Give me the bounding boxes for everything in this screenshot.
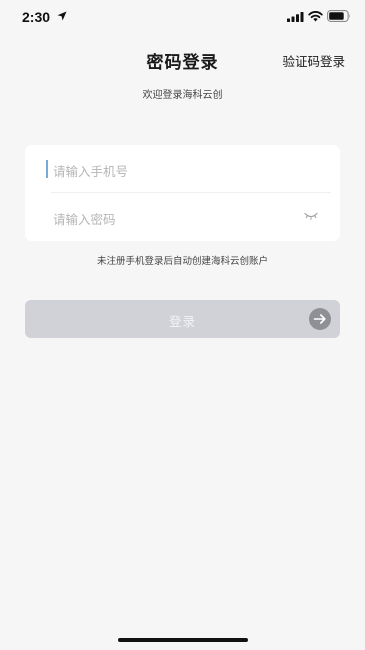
location-arrow-icon [57,11,67,21]
arrow-right-icon [309,308,331,330]
text-cursor [46,160,48,178]
eye-closed-icon[interactable] [304,212,318,220]
status-time: 2:30 [22,9,51,25]
password-input[interactable]: 请输入密码 [25,193,340,241]
welcome-text: 欢迎登录海科云创 [142,90,223,101]
phone-placeholder: 请输入手机号 [53,164,129,179]
sms-code-login-link[interactable]: 验证码登录 [282,51,345,70]
login-button[interactable]: 登录 [25,300,340,338]
auto-register-hint: 未注册手机登录后自动创建海科云创账户 [96,256,268,267]
wifi-icon [308,11,323,22]
login-form-card: 请输入手机号 请输入密码 [25,145,340,241]
login-button-label: 登录 [168,314,196,329]
battery-icon [327,10,350,22]
password-placeholder: 请输入密码 [53,212,116,227]
phone-input[interactable]: 请输入手机号 [25,145,340,193]
status-bar: 2:30 [0,0,365,36]
home-indicator [118,638,248,642]
cellular-signal-icon [287,12,304,22]
